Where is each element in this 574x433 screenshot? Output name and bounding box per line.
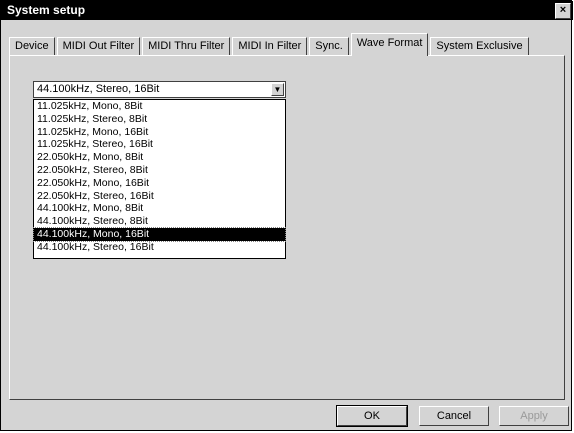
list-item[interactable]: 22.050kHz, Stereo, 8Bit [34,164,285,177]
wave-format-list[interactable]: 11.025kHz, Mono, 8Bit 11.025kHz, Stereo,… [33,99,286,259]
tab-wave-format[interactable]: Wave Format [350,33,429,56]
list-item-selected[interactable]: 44.100kHz, Mono, 16Bit [33,226,286,242]
list-item[interactable]: 11.025kHz, Stereo, 16Bit [34,138,285,151]
tab-system-exclusive[interactable]: System Exclusive [430,37,529,55]
list-item[interactable]: 22.050kHz, Mono, 16Bit [34,177,285,190]
list-item[interactable]: 44.100kHz, Stereo, 16Bit [34,241,285,254]
close-icon[interactable]: × [555,3,571,19]
list-item[interactable]: 44.100kHz, Mono, 8Bit [34,202,285,215]
tab-device[interactable]: Device [9,37,55,55]
chevron-down-icon[interactable]: ▼ [271,83,284,96]
list-item[interactable]: 22.050kHz, Mono, 8Bit [34,151,285,164]
tab-midi-thru-filter[interactable]: MIDI Thru Filter [142,37,231,55]
ok-button[interactable]: OK [336,405,408,427]
tab-sync[interactable]: Sync. [309,37,349,55]
window-title: System setup [7,3,86,17]
list-item[interactable]: 22.050kHz, Stereo, 16Bit [34,190,285,203]
system-setup-dialog: System setup × Device MIDI Out Filter MI… [0,0,573,431]
title-bar[interactable]: System setup × [1,1,573,20]
list-item[interactable]: 44.100kHz, Stereo, 8Bit [34,215,285,228]
wave-format-selected-value: 44.100kHz, Stereo, 16Bit [37,83,160,95]
tab-midi-out-filter[interactable]: MIDI Out Filter [56,37,141,55]
list-item[interactable]: 11.025kHz, Mono, 16Bit [34,126,285,139]
wave-format-select[interactable]: 44.100kHz, Stereo, 16Bit ▼ [33,81,286,98]
cancel-button[interactable]: Cancel [419,406,489,426]
list-item[interactable]: 11.025kHz, Stereo, 8Bit [34,113,285,126]
apply-button[interactable]: Apply [499,406,569,426]
tab-strip: Device MIDI Out Filter MIDI Thru Filter … [9,33,531,56]
tab-midi-in-filter[interactable]: MIDI In Filter [232,37,308,55]
list-item[interactable]: 11.025kHz, Mono, 8Bit [34,100,285,113]
